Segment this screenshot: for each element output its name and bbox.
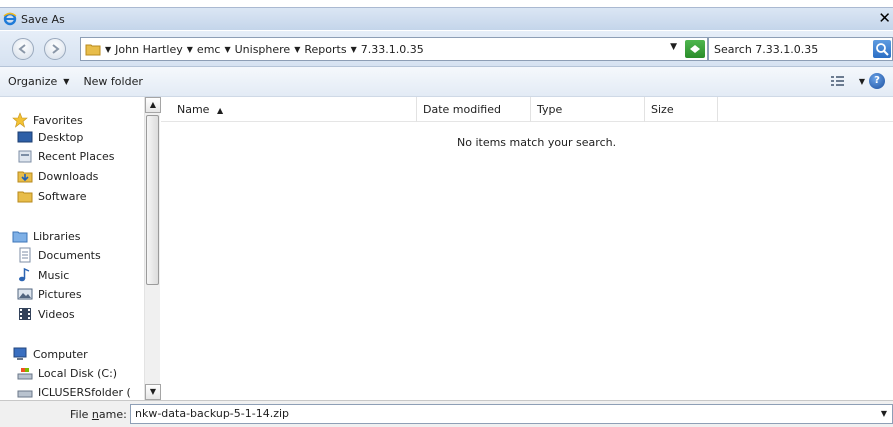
chevron-down-icon: ▼ — [63, 77, 70, 86]
nav-favorites[interactable]: Favorites — [12, 111, 83, 129]
close-button[interactable]: ✕ — [878, 9, 891, 27]
nav-label: Libraries — [33, 229, 81, 243]
nav-item-network-drive[interactable]: ICLUSERSfolder ( — [17, 383, 131, 400]
nav-label: Software — [38, 189, 87, 203]
breadcrumb-item[interactable]: 7.33.1.0.35 — [361, 43, 424, 56]
internet-explorer-icon — [3, 12, 17, 26]
chevron-down-icon[interactable]: ▼ — [224, 45, 230, 54]
breadcrumb-item[interactable]: emc — [197, 43, 221, 56]
forward-button[interactable] — [44, 38, 66, 60]
drive-icon — [17, 365, 33, 381]
chevron-down-icon[interactable]: ▼ — [187, 45, 193, 54]
search-icon[interactable] — [873, 40, 891, 58]
pictures-icon — [17, 286, 33, 302]
filename-input[interactable]: nkw-data-backup-5-1-14.zip ▼ — [130, 404, 893, 424]
star-icon — [12, 112, 28, 128]
chevron-down-icon[interactable]: ▼ — [105, 45, 111, 54]
view-options-icon[interactable] — [829, 73, 849, 89]
address-bar: ▼ John Hartley ▼ emc ▼ Unisphere ▼ Repor… — [0, 31, 893, 67]
scroll-up-icon[interactable]: ▲ — [145, 97, 161, 113]
nav-label: Desktop — [38, 130, 84, 144]
filename-value: nkw-data-backup-5-1-14.zip — [135, 407, 290, 420]
desktop-icon — [17, 129, 33, 145]
nav-item-pictures[interactable]: Pictures — [17, 285, 82, 303]
filename-label-suffix: ame: — [98, 408, 127, 421]
filename-bar: File name: nkw-data-backup-5-1-14.zip ▼ — [0, 400, 893, 427]
nav-label: Recent Places — [38, 149, 115, 163]
command-toolbar: Organize ▼ New folder ▼ ? — [0, 67, 893, 97]
breadcrumb-item[interactable]: Unisphere — [235, 43, 291, 56]
filename-label: File name: — [70, 408, 127, 421]
window-title: Save As — [21, 12, 65, 26]
title-bar: Save As ✕ — [0, 7, 893, 30]
folder-icon — [85, 42, 101, 56]
music-icon — [17, 267, 33, 283]
nav-item-desktop[interactable]: Desktop — [17, 128, 83, 146]
nav-scrollbar[interactable]: ▲ ▼ — [144, 97, 161, 400]
nav-item-local-disk[interactable]: Local Disk (C:) — [17, 364, 117, 382]
recent-places-icon — [17, 148, 33, 164]
column-type[interactable]: Type — [531, 97, 645, 122]
folder-icon — [17, 188, 33, 204]
videos-icon — [17, 306, 33, 322]
column-date-modified[interactable]: Date modified — [417, 97, 531, 122]
computer-icon — [12, 346, 28, 362]
sort-up-icon: ▲ — [216, 106, 224, 115]
nav-label: Videos — [38, 307, 75, 321]
chevron-down-icon[interactable]: ▼ — [877, 406, 891, 422]
nav-item-recent-places[interactable]: Recent Places — [17, 147, 115, 165]
help-icon[interactable]: ? — [869, 73, 885, 89]
breadcrumb-item[interactable]: John Hartley — [115, 43, 183, 56]
column-size[interactable]: Size — [645, 97, 718, 122]
breadcrumb-item[interactable]: Reports — [304, 43, 346, 56]
nav-label: Favorites — [33, 113, 83, 127]
column-label: Name — [177, 103, 210, 116]
nav-item-downloads[interactable]: Downloads — [17, 167, 98, 185]
nav-item-videos[interactable]: Videos — [17, 305, 75, 323]
nav-computer[interactable]: Computer — [12, 345, 88, 363]
nav-label: Downloads — [38, 169, 99, 183]
filename-label-prefix: File — [70, 408, 92, 421]
downloads-folder-icon — [17, 168, 33, 184]
filename-label-accel: n — [91, 408, 99, 421]
scroll-thumb[interactable] — [146, 115, 159, 285]
chevron-down-icon[interactable]: ▼ — [859, 77, 865, 86]
toolbar-right: ▼ ? — [829, 73, 893, 89]
nav-label: Music — [38, 268, 70, 282]
libraries-icon — [12, 228, 28, 244]
file-list-header: Name ▲ Date modified Type Size — [161, 97, 893, 122]
refresh-icon[interactable] — [685, 40, 705, 58]
nav-item-documents[interactable]: Documents — [17, 246, 101, 264]
nav-libraries[interactable]: Libraries — [12, 227, 81, 245]
navigation-pane: Favorites Desktop Recent Places Download… — [0, 97, 160, 400]
organize-label: Organize — [8, 75, 58, 88]
nav-item-software[interactable]: Software — [17, 187, 87, 205]
search-input[interactable]: Search 7.33.1.0.35 — [708, 37, 893, 61]
documents-icon — [17, 247, 33, 263]
column-name[interactable]: Name ▲ — [161, 97, 417, 122]
address-dropdown-icon[interactable]: ▼ — [670, 42, 677, 52]
nav-item-music[interactable]: Music — [17, 266, 69, 284]
breadcrumb[interactable]: ▼ John Hartley ▼ emc ▼ Unisphere ▼ Repor… — [80, 37, 708, 61]
network-drive-icon — [17, 384, 33, 400]
search-placeholder: Search 7.33.1.0.35 — [714, 42, 819, 56]
chevron-down-icon[interactable]: ▼ — [294, 45, 300, 54]
scroll-down-icon[interactable]: ▼ — [145, 384, 161, 400]
nav-label: Pictures — [38, 287, 82, 301]
nav-label: Documents — [38, 248, 101, 262]
back-button[interactable] — [12, 38, 34, 60]
chevron-down-icon[interactable]: ▼ — [351, 45, 357, 54]
organize-button[interactable]: Organize ▼ — [8, 75, 69, 88]
nav-label: Local Disk (C:) — [38, 366, 118, 380]
nav-label: ICLUSERSfolder ( — [38, 385, 131, 399]
empty-message: No items match your search. — [457, 136, 617, 149]
new-folder-button[interactable]: New folder — [83, 75, 142, 88]
nav-label: Computer — [33, 347, 88, 361]
